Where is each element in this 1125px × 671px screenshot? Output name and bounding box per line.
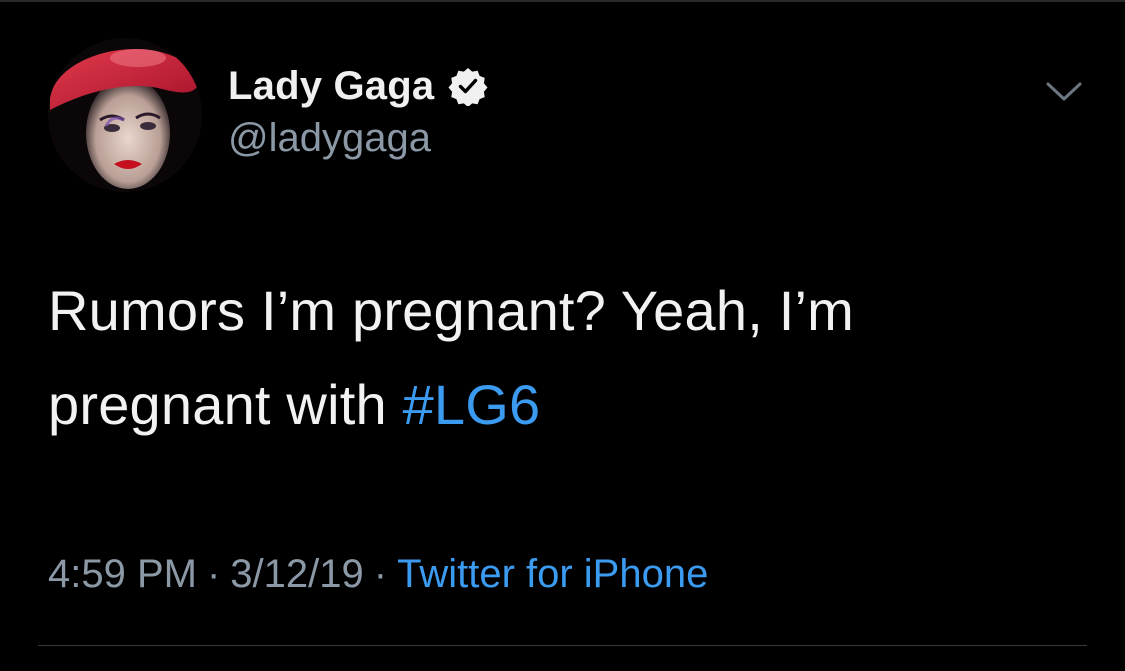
tweet-text: Rumors I’m pregnant? Yeah, I’m pregnant … [48, 264, 1088, 452]
tweet-source-link[interactable]: Twitter for iPhone [397, 552, 708, 596]
chevron-down-icon[interactable] [1042, 74, 1086, 108]
tweet-card: Lady Gaga @ladygaga Rumors I’m pregnant?… [0, 0, 1125, 671]
bottom-divider [38, 645, 1087, 646]
tweet-time: 4:59 PM [48, 552, 197, 596]
avatar[interactable] [48, 38, 202, 192]
meta-separator: · [206, 552, 221, 596]
name-row: Lady Gaga [228, 62, 488, 110]
top-divider [0, 0, 1125, 2]
tweet-date: 3/12/19 [230, 552, 364, 596]
meta-separator: · [373, 552, 388, 596]
tweet-meta: 4:59 PM · 3/12/19 · Twitter for iPhone [48, 552, 708, 597]
user-handle[interactable]: @ladygaga [228, 116, 488, 161]
hashtag-link[interactable]: #LG6 [403, 373, 541, 436]
display-name[interactable]: Lady Gaga [228, 64, 434, 109]
verified-badge-icon [448, 66, 488, 107]
author-info[interactable]: Lady Gaga @ladygaga [228, 62, 488, 161]
